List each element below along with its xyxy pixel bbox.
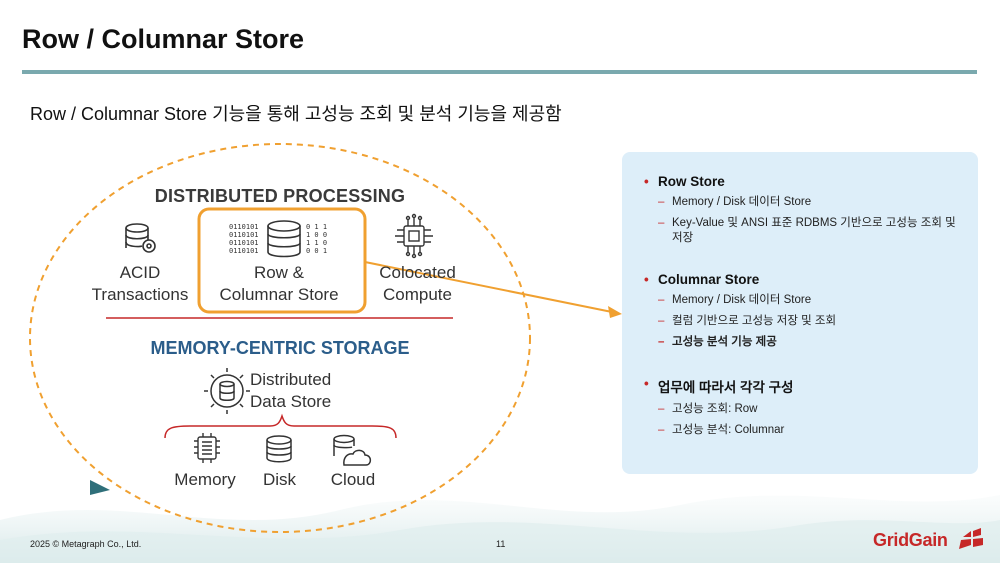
section-item-text: 고성능 조회: Row: [672, 403, 758, 415]
dash-icon: –: [658, 196, 665, 208]
section-heading-text: Columnar Store: [658, 272, 760, 287]
dds-line1: Distributed: [250, 370, 332, 389]
section-heading-text: Row Store: [658, 174, 725, 189]
binary-line: 0110101: [229, 239, 259, 247]
disk-label: Disk: [262, 470, 297, 489]
bits-line: 0 0 1: [306, 247, 327, 255]
dash-icon: –: [658, 294, 665, 306]
row-columnar-label: Row & Columnar Store: [206, 262, 352, 306]
cloud-database-icon: [333, 434, 372, 466]
dash-icon: –: [658, 217, 665, 229]
section-item: – Key-Value 및 ANSI 표준 RDBMS 기반으로 고성능 조회 …: [658, 216, 962, 246]
row-store-section: • Row Store – Memory / Disk 데이터 Store – …: [622, 174, 978, 246]
section-item: – Memory / Disk 데이터 Store: [658, 195, 962, 210]
database-gear-icon: [125, 223, 156, 253]
bits-line: 1 0 0: [306, 231, 327, 239]
dds-line2: Data Store: [250, 392, 332, 411]
rc-line1: Row &: [253, 263, 305, 282]
disk-database-icon: [266, 435, 292, 463]
distributed-database-icon: [204, 368, 250, 414]
copyright-text: 2025 © Metagraph Co., Ltd.: [30, 539, 142, 549]
binary-data-glyphs: 0110101 0110101 0110101 0110101 0 1 1 1 …: [229, 223, 327, 255]
memory-chip-icon: [194, 433, 220, 463]
section-item-text: Memory / Disk 데이터 Store: [672, 196, 812, 208]
bullet-icon: •: [644, 272, 649, 287]
section-item-text: Memory / Disk 데이터 Store: [672, 294, 812, 306]
section-item-text: Key-Value 및 ANSI 표준 RDBMS 기반으로 고성능 조회 및 …: [672, 217, 956, 244]
arrowhead: [608, 306, 622, 318]
acid-transactions-label: ACID Transactions: [80, 262, 200, 306]
acid-line1: ACID: [119, 263, 161, 282]
section-item: – Memory / Disk 데이터 Store: [658, 293, 962, 308]
binary-line: 0110101: [229, 247, 259, 255]
binary-line: 0110101: [229, 223, 259, 231]
section-heading-text: 업무에 따라서 각각 구성: [658, 380, 794, 395]
distributed-data-store-label: Distributed Data Store: [250, 369, 360, 413]
section-heading: • Row Store: [644, 174, 1000, 189]
acid-line2: Transactions: [91, 285, 189, 304]
bullet-icon: •: [644, 174, 649, 189]
section-item-text: 고성능 분석 기능 제공: [672, 336, 777, 348]
colocated-compute-label: Colocated Compute: [360, 262, 475, 306]
binary-line: 0110101: [229, 231, 259, 239]
bullet-icon: •: [644, 376, 649, 391]
bits-line: 0 1 1: [306, 223, 327, 231]
colo-line2: Compute: [383, 285, 452, 304]
section-item: – 고성능 분석 기능 제공: [658, 335, 962, 350]
database-stack-icon: [267, 220, 301, 258]
dash-icon: –: [658, 424, 665, 436]
section-item: – 컬럼 기반으로 고성능 저장 및 조회: [658, 314, 962, 329]
section-heading: • Columnar Store: [644, 272, 1000, 287]
dash-icon: –: [658, 315, 665, 327]
section-item-text: 고성능 분석: Columnar: [672, 424, 785, 436]
usage-section: • 업무에 따라서 각각 구성 – 고성능 조회: Row – 고성능 분석: …: [622, 376, 978, 438]
cpu-chip-icon: [395, 213, 433, 259]
gridgain-logo: GridGain: [873, 527, 985, 553]
section-item-text: 컬럼 기반으로 고성능 저장 및 조회: [672, 315, 837, 327]
section-item: – 고성능 분석: Columnar: [658, 423, 962, 438]
bits-line: 1 1 0: [306, 239, 327, 247]
memory-label: Memory: [174, 470, 236, 489]
logo-text: GridGain: [873, 530, 948, 550]
dash-icon: –: [658, 336, 665, 348]
logo-mark-icon: [959, 528, 983, 549]
dash-icon: –: [658, 403, 665, 415]
memory-centric-heading: MEMORY-CENTRIC STORAGE: [150, 338, 410, 358]
cloud-label: Cloud: [330, 470, 376, 489]
info-panel: • Row Store – Memory / Disk 데이터 Store – …: [622, 152, 978, 474]
colo-line1: Colocated: [379, 263, 456, 282]
section-heading: • 업무에 따라서 각각 구성: [644, 376, 1000, 396]
section-item: – 고성능 조회: Row: [658, 402, 962, 417]
distributed-processing-heading: DISTRIBUTED PROCESSING: [154, 186, 406, 206]
columnar-store-section: • Columnar Store – Memory / Disk 데이터 Sto…: [622, 272, 978, 350]
page-number: 11: [496, 539, 506, 549]
rc-line2: Columnar Store: [219, 285, 339, 304]
storage-brace: [164, 413, 397, 439]
